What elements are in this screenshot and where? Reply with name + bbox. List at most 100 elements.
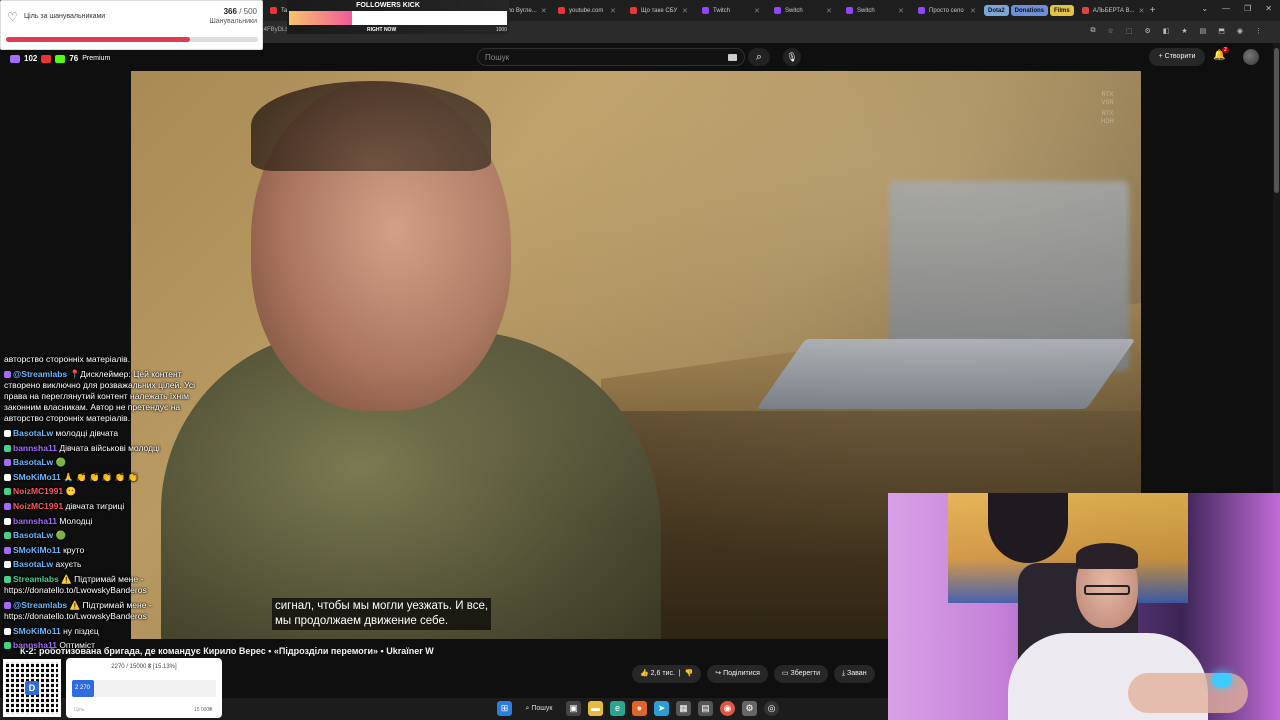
rtx-label: RTX bbox=[1101, 92, 1114, 98]
close-icon[interactable]: ✕ bbox=[610, 7, 616, 15]
close-icon[interactable]: ✕ bbox=[541, 7, 547, 15]
close-icon[interactable]: ✕ bbox=[970, 7, 976, 15]
goal-progress-track bbox=[6, 37, 258, 42]
chat-badge-icon bbox=[4, 473, 11, 481]
download-button[interactable]: ⤓ Заван bbox=[833, 665, 875, 683]
browser-tab[interactable]: Switch ✕ bbox=[768, 2, 838, 19]
tab-last[interactable]: АЛЬБЕРТА В... ✕ bbox=[1076, 2, 1144, 19]
chat-message: bannsha11 Молодці bbox=[4, 516, 214, 527]
chat-message: SMoKiMo11 ну піздєц bbox=[4, 626, 214, 637]
chat-message: bannsha11 Оптиміст bbox=[4, 640, 214, 651]
chat-text: 🟢 bbox=[55, 457, 67, 468]
webcam-lamp bbox=[1212, 673, 1232, 687]
chat-badge-icon bbox=[4, 502, 11, 510]
kick-progress-label: 289 (28%) bbox=[378, 13, 420, 23]
task-view-icon[interactable]: ▣ bbox=[566, 701, 581, 716]
install-icon[interactable]: ⧉ bbox=[1091, 27, 1096, 35]
close-icon[interactable]: ✕ bbox=[682, 7, 688, 15]
chat-username: SMoKiMo11 bbox=[13, 625, 61, 636]
scrollbar-thumb[interactable] bbox=[1274, 48, 1279, 193]
kick-followers-widget: FOLLOWERS KICK 289 (28%) RIGHT NOW 1000 bbox=[287, 0, 509, 34]
thumbs-down-icon[interactable]: 👎 bbox=[685, 670, 694, 677]
minimize-icon[interactable]: — bbox=[1222, 4, 1230, 13]
chat-badge-icon bbox=[4, 575, 11, 583]
chat-message: NoizMC1991 😶 bbox=[4, 486, 214, 497]
menu-dots-icon[interactable]: ⋮ bbox=[1255, 27, 1262, 35]
avatar[interactable] bbox=[1243, 49, 1259, 65]
extension-icon[interactable]: ★ bbox=[1181, 27, 1187, 35]
obs-icon[interactable]: ◎ bbox=[764, 701, 779, 716]
chat-text: 🟢 bbox=[55, 530, 67, 541]
chat-badge-icon bbox=[4, 601, 11, 609]
chat-message: BasotaLw молодці дівчата bbox=[4, 428, 214, 439]
telegram-icon[interactable]: ➤ bbox=[654, 701, 669, 716]
chevron-down-icon[interactable]: ⌄ bbox=[1201, 4, 1208, 13]
firefox-icon[interactable]: ● bbox=[632, 701, 647, 716]
search-input[interactable]: Пошук bbox=[477, 48, 745, 66]
close-icon[interactable]: ✕ bbox=[1139, 7, 1144, 15]
bookmark-badge[interactable]: Films bbox=[1050, 5, 1074, 16]
bookmark-badge[interactable]: Donations bbox=[1010, 5, 1049, 16]
chat-text: ну піздєц bbox=[63, 625, 99, 636]
search-placeholder: Пошук bbox=[485, 53, 510, 62]
browser-tab[interactable]: Switch ✕ bbox=[840, 2, 910, 19]
close-window-icon[interactable]: ✕ bbox=[1265, 4, 1272, 13]
voice-search-button[interactable]: 🎙 bbox=[783, 48, 801, 66]
bookmark-badge[interactable]: Dota2 bbox=[984, 5, 1009, 16]
mic-icon: 🎙 bbox=[786, 52, 798, 62]
eye-icon bbox=[10, 54, 20, 63]
profile-icon[interactable]: ◉ bbox=[1237, 27, 1243, 35]
extension-icon[interactable]: ⚙ bbox=[1144, 27, 1150, 35]
heart-icon: ♡ bbox=[7, 10, 18, 24]
close-icon[interactable]: ✕ bbox=[826, 7, 832, 15]
subtitle-line: сигнал, чтобы мы могли уезжать. И все, bbox=[275, 600, 489, 612]
browser-tab[interactable]: Twitch ✕ bbox=[696, 2, 766, 19]
thumbs-up-icon: 👍 bbox=[640, 670, 649, 677]
extension-icon[interactable]: ⬚ bbox=[1126, 27, 1133, 35]
app-icon[interactable]: ▤ bbox=[698, 701, 713, 716]
search-button[interactable]: ⌕ bbox=[748, 48, 770, 66]
donation-left-label: Ціль bbox=[74, 707, 85, 713]
browser-tab[interactable]: youtube.com ✕ bbox=[552, 2, 622, 19]
tab-favicon-icon bbox=[774, 7, 781, 14]
chat-badge-icon bbox=[4, 627, 11, 635]
viewer-counter: 102 76 Premium bbox=[10, 54, 110, 63]
folder-icon[interactable]: ▬ bbox=[588, 701, 603, 716]
browser-toolbar-icons: ⧉ ☆ ⬚ ⚙ ◧ ★ ▤ ⬒ ◉ ⋮ bbox=[1091, 27, 1262, 35]
browser-tab[interactable]: Просто село ✕ bbox=[912, 2, 982, 19]
browser-tab[interactable]: Що таке СБУ ✕ bbox=[624, 2, 694, 19]
share-icon: ↪ bbox=[715, 670, 722, 677]
chat-badge-icon bbox=[4, 488, 11, 496]
bookmark-star-icon[interactable]: ☆ bbox=[1108, 27, 1114, 35]
chat-message: @Streamlabs 📍Дисклеймер: Цей контент ств… bbox=[4, 369, 214, 425]
taskbar-search[interactable]: ⌕ Пошук bbox=[519, 705, 559, 713]
edge-icon[interactable]: e bbox=[610, 701, 625, 716]
share-button[interactable]: ↪ Поділитися bbox=[707, 665, 768, 683]
start-icon[interactable]: ⊞ bbox=[497, 701, 512, 716]
settings-icon[interactable]: ⚙ bbox=[742, 701, 757, 716]
close-icon[interactable]: ✕ bbox=[898, 7, 904, 15]
create-button[interactable]: + Створити bbox=[1149, 48, 1205, 66]
extension-icon[interactable]: ⬒ bbox=[1218, 27, 1225, 35]
keyboard-icon[interactable] bbox=[728, 54, 737, 61]
extension-icon[interactable]: ▤ bbox=[1200, 27, 1207, 35]
subtitle-line: мы продолжаем движение себе. bbox=[275, 615, 449, 627]
goal-current: 366 bbox=[223, 7, 237, 16]
extension-icon[interactable]: ◧ bbox=[1163, 27, 1170, 35]
save-button[interactable]: ▭ Зберегти bbox=[773, 665, 828, 683]
chrome-icon[interactable]: ◉ bbox=[720, 701, 735, 716]
follower-goal-widget: ♡ Ціль за шанувальниками 366 / 500 Шанув… bbox=[0, 0, 263, 50]
goal-count: 366 / 500 bbox=[224, 7, 257, 16]
kick-max: 1000 bbox=[495, 27, 507, 33]
like-button[interactable]: 👍 2,6 тис. | 👎 bbox=[632, 665, 702, 683]
app-icon[interactable]: ▦ bbox=[676, 701, 691, 716]
tab-favicon-icon bbox=[702, 7, 709, 14]
tab-label: Switch bbox=[785, 7, 803, 14]
maximize-icon[interactable]: ❐ bbox=[1244, 4, 1251, 13]
chat-text: 😶 bbox=[65, 486, 77, 497]
new-tab-icon[interactable]: + bbox=[1150, 5, 1156, 16]
chat-message: BasotaLw 🟢 bbox=[4, 530, 214, 541]
chat-username: BasotaLw bbox=[13, 530, 54, 541]
close-icon[interactable]: ✕ bbox=[754, 7, 760, 15]
chat-message: @Streamlabs ⚠️ Підтримай мене - https://… bbox=[4, 600, 214, 622]
